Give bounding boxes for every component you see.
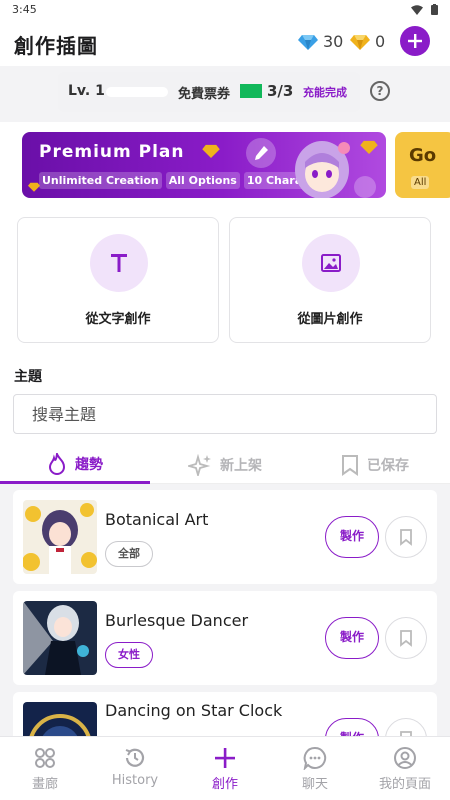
add-currency-button[interactable] [400,26,430,56]
app-header: 創作插圖 30 0 [0,20,450,66]
banner-tag: All Options [165,172,240,189]
make-button[interactable]: 製作 [325,617,379,659]
create-from-text-label: 從文字創作 [85,312,151,327]
charge-status: 充能完成 [303,86,347,99]
banner-tag: Unlimited Creation [39,172,162,189]
coin-count: 0 [375,32,386,51]
chat-icon [303,746,327,770]
coin-balance[interactable]: 0 [350,32,385,51]
bookmark-icon [400,630,412,647]
create-from-image-card[interactable]: 從圖片創作 [229,217,431,343]
theme-search[interactable] [13,394,437,434]
level-ticket-bar: Lv. 1 免費票券 3/3 充能完成 [58,72,360,112]
save-theme-button[interactable] [385,617,427,659]
battery-icon [431,4,438,15]
gem-icon [298,34,318,50]
theme-thumbnail [23,500,97,574]
list-item[interactable]: Dancing on Star Clock 製作 [13,692,437,742]
nav-label: 創作 [211,777,238,792]
status-bar: 3:45 [0,0,450,20]
theme-name: Dancing on Star Clock [105,701,283,720]
nav-create[interactable]: 創作 [180,743,270,799]
image-icon [302,234,360,292]
history-icon [125,748,145,767]
anime-character-image [295,141,350,198]
plus-icon [215,748,235,768]
list-item[interactable]: Botanical Art 全部 製作 [13,490,437,584]
banner-title: Premium Plan [39,142,185,162]
help-button[interactable]: ? [370,81,390,101]
theme-tabs: 趨勢 新上架 已保存 [0,446,450,484]
brush-badge-icon [246,138,276,168]
save-theme-button[interactable] [385,516,427,558]
nav-gallery[interactable]: 畫廊 [0,743,90,799]
premium-plan-banner[interactable]: Premium Plan Unlimited Creation All Opti… [22,132,386,198]
nav-my-page[interactable]: 我的頁面 [360,743,450,799]
page-title: 創作插圖 [14,34,98,58]
themes-section-title: 主題 [14,369,42,385]
bottom-navigation: 畫廊 History 創作 聊天 我的頁面 [0,736,450,800]
sparkle-icon [188,454,211,476]
create-from-image-label: 從圖片創作 [297,312,363,327]
banner-tag: All [411,176,430,189]
gold-plan-banner[interactable]: Go All [395,132,450,198]
main-content: Premium Plan Unlimited Creation All Opti… [0,122,450,742]
sparkle-gem-icon [202,144,220,158]
theme-name: Burlesque Dancer [105,611,249,630]
sparkle-gem-icon [360,140,378,154]
theme-search-input[interactable] [14,395,436,433]
bookmark-icon [342,455,358,476]
nav-label: History [111,773,159,788]
ticket-count: 3/3 [267,82,294,100]
gallery-icon [35,748,55,768]
gold-gem-icon [350,34,370,50]
nav-history[interactable]: History [90,743,180,799]
flame-icon [48,452,66,475]
system-icons [411,4,438,15]
theme-category-badge: 女性 [105,642,153,668]
nav-label: 聊天 [301,777,328,792]
sparkle-gem-icon [28,182,40,192]
tab-new-arrivals[interactable]: 新上架 [150,446,300,484]
text-icon [90,234,148,292]
tab-label: 趨勢 [75,456,103,473]
theme-category-badge: 全部 [105,541,153,567]
make-button[interactable]: 製作 [325,516,379,558]
nav-label: 我的頁面 [378,777,431,792]
theme-name: Botanical Art [105,510,209,529]
tab-saved[interactable]: 已保存 [300,446,450,484]
tab-label: 已保存 [367,458,409,474]
gem-balance[interactable]: 30 [298,32,343,51]
gem-count: 30 [323,32,344,51]
level-label: Lv. 1 [68,83,105,99]
bookmark-icon [400,529,412,546]
wifi-icon [411,4,423,15]
nav-chat[interactable]: 聊天 [270,743,360,799]
tab-label: 新上架 [220,458,262,474]
plus-icon [408,34,422,48]
profile-icon [394,747,416,769]
create-from-text-card[interactable]: 從文字創作 [17,217,219,343]
level-progress-bar [106,87,168,97]
free-ticket-label: 免費票券 [178,87,231,102]
ticket-icon [240,84,262,98]
theme-thumbnail [23,601,97,675]
status-time: 3:45 [12,3,37,16]
tab-trending[interactable]: 趨勢 [0,446,150,484]
list-item[interactable]: Burlesque Dancer 女性 製作 [13,591,437,685]
banner-title: Go [409,145,437,166]
theme-list: Botanical Art 全部 製作 Burlesque Dancer 女性 … [0,484,450,742]
nav-label: 畫廊 [31,777,58,792]
